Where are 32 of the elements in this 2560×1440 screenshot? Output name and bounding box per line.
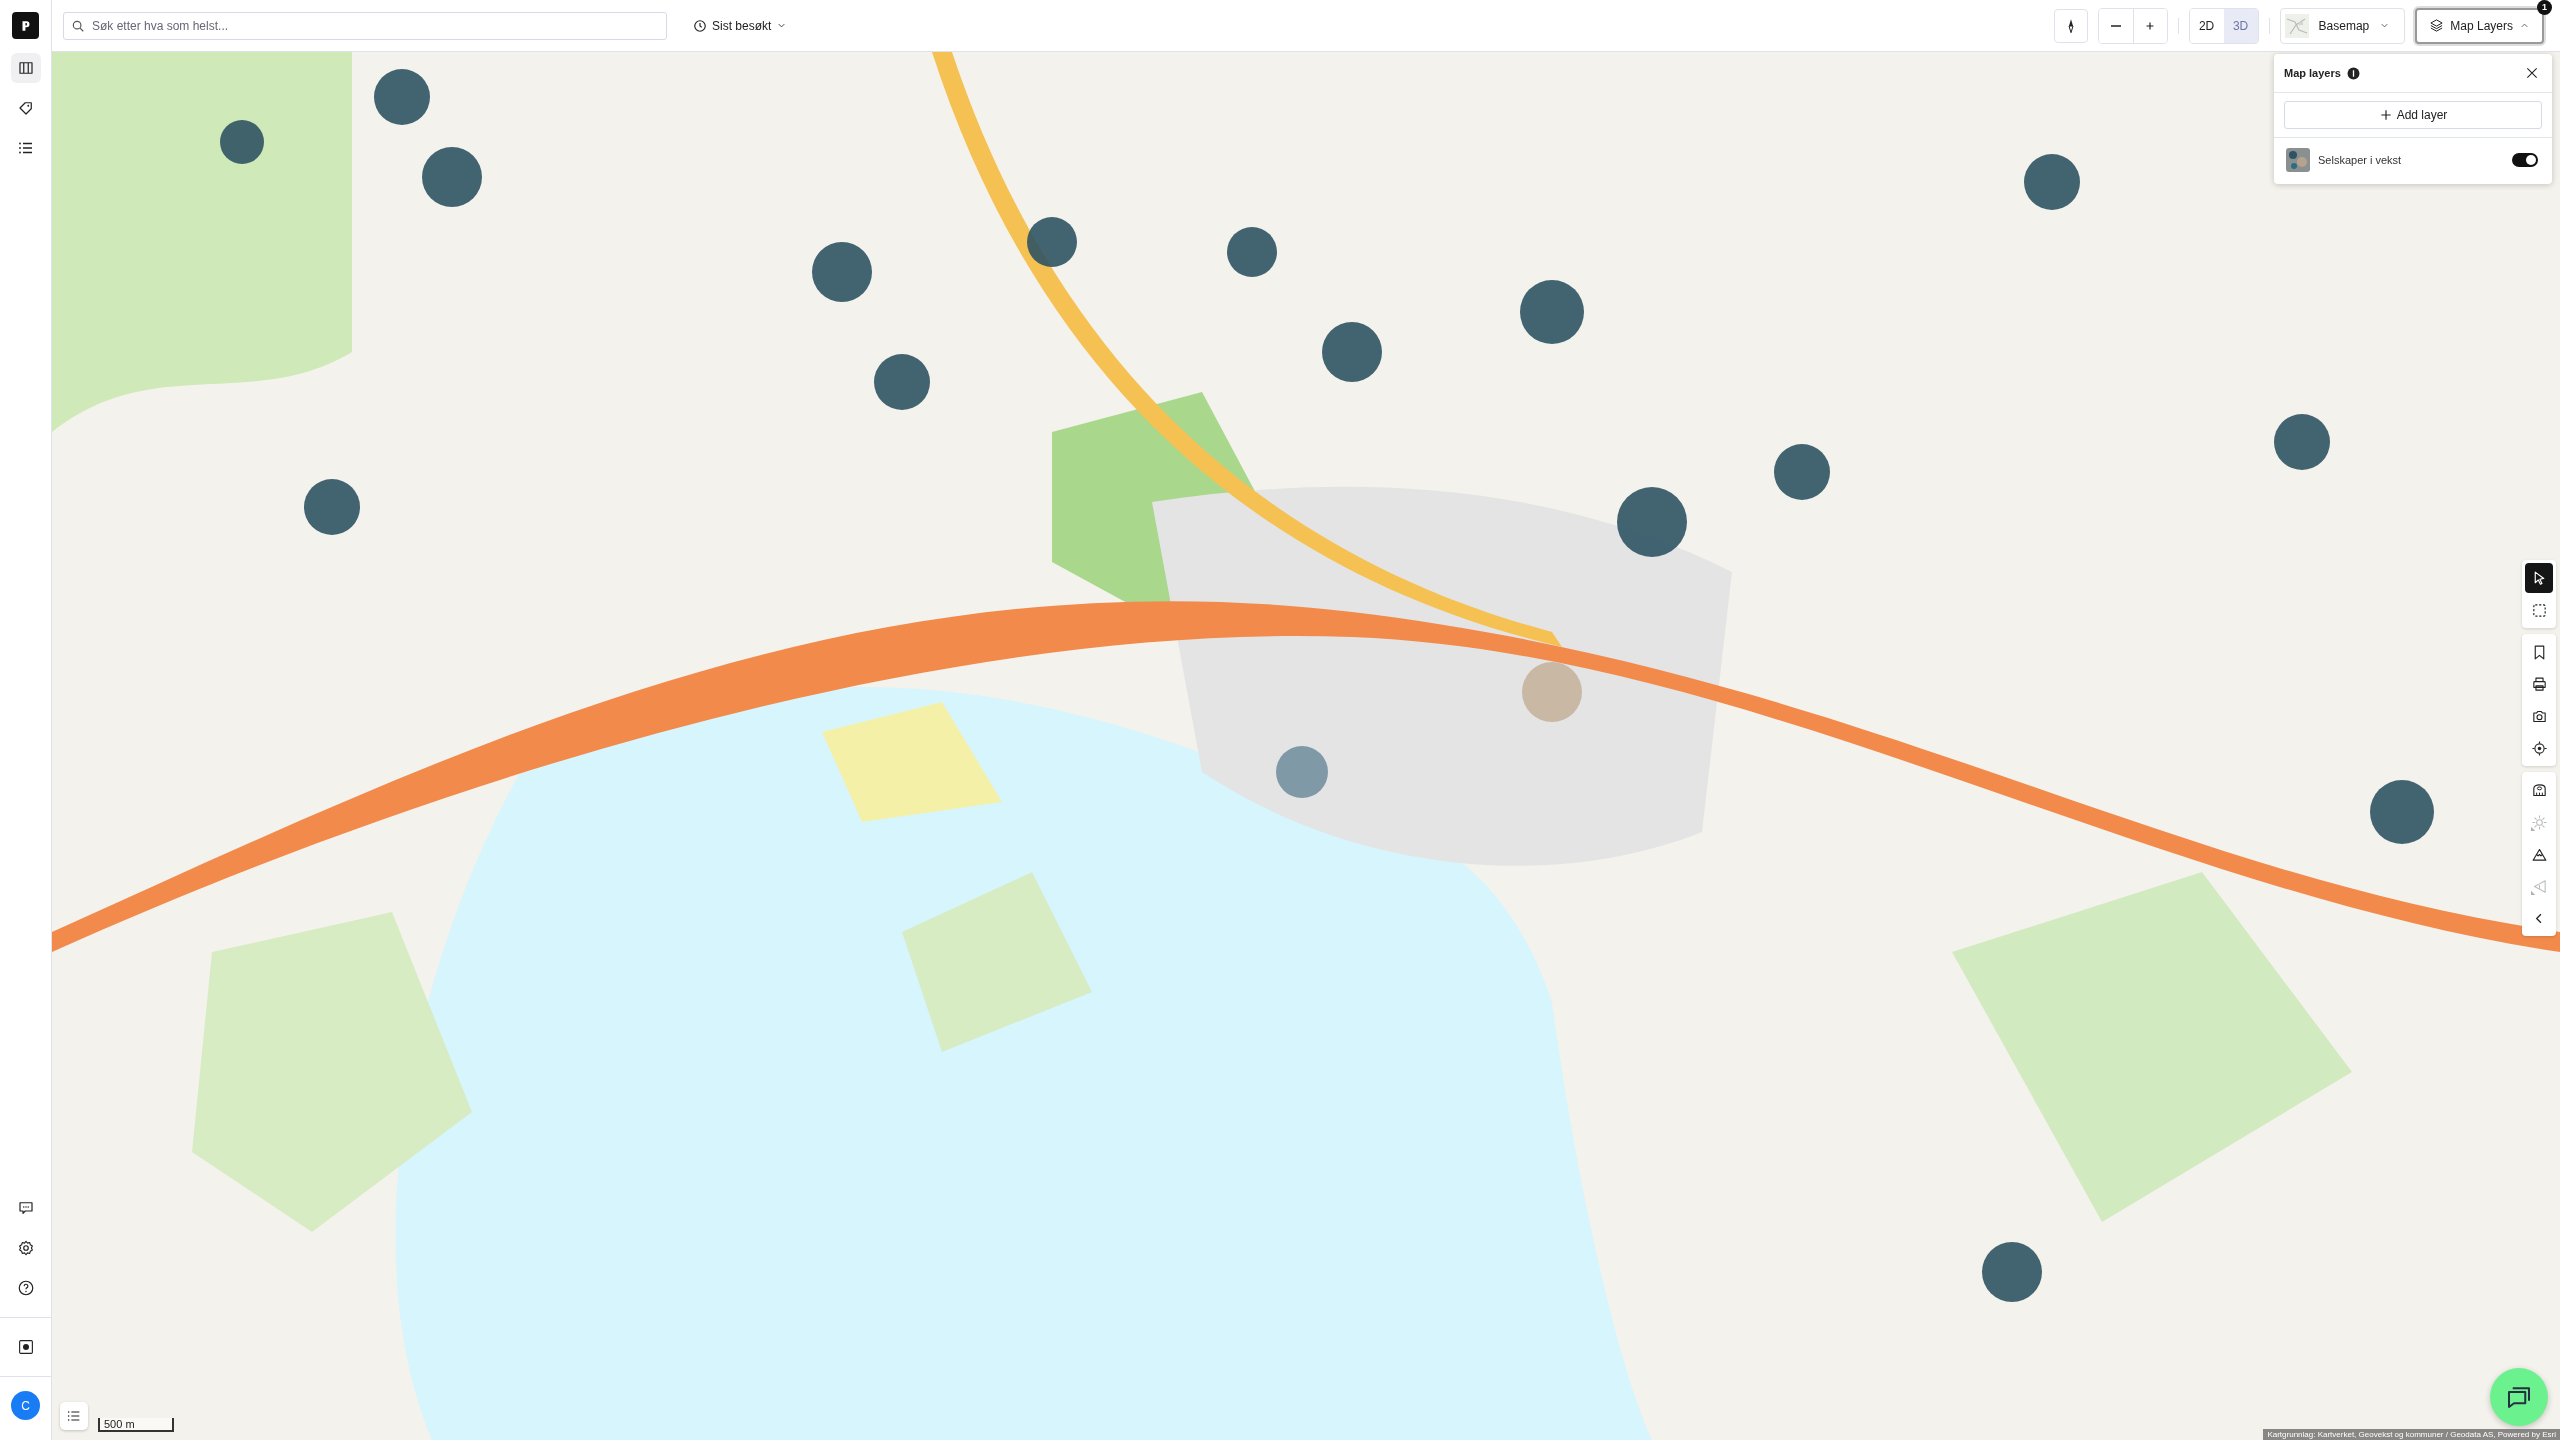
chat-icon	[16, 1199, 35, 1217]
basemap-dropdown[interactable]: Basemap	[2279, 7, 2406, 44]
count-badge: 1	[2537, 0, 2552, 15]
list-icon	[66, 1408, 82, 1424]
legend-button[interactable]	[60, 1402, 88, 1430]
map-icon	[16, 59, 35, 77]
help-icon	[16, 1279, 35, 1297]
search-field[interactable]: Søk etter hva som helst...	[63, 11, 667, 40]
layer-toggle[interactable]	[2512, 153, 2538, 167]
compass-button[interactable]	[2053, 8, 2088, 43]
close-icon	[2524, 65, 2540, 81]
minus-icon	[2110, 24, 2121, 27]
basemap-thumbnail-icon	[2284, 13, 2309, 38]
record-icon	[16, 1338, 35, 1356]
plus-icon	[2378, 108, 2393, 122]
recent-dropdown[interactable]: Sist besøkt	[687, 17, 794, 34]
select-tool-button[interactable]	[2525, 563, 2553, 593]
attribution-text: Kartgrunnlag: Kartverket, Geovekst og kommuner / Geodata AS, Powered by Esri	[2263, 1429, 2560, 1440]
map-nav-button[interactable]	[10, 53, 41, 83]
panel-title: Map layers	[2284, 67, 2341, 79]
scale-bar: 500 m	[98, 1418, 174, 1432]
layers-icon	[2429, 18, 2445, 33]
user-avatar[interactable]: C	[11, 1391, 40, 1420]
settings-icon	[16, 1239, 35, 1257]
view-mode-tab[interactable]: 3D	[2223, 8, 2258, 43]
add-layer-button[interactable]: Add layer	[2284, 101, 2542, 129]
layer-thumbnail-icon	[2286, 148, 2310, 172]
info-icon	[2346, 66, 2360, 80]
logo-icon	[12, 12, 39, 39]
layer-name: Selskaper i vekst	[2318, 154, 2402, 166]
map-layers-button[interactable]: Map Layers	[2415, 7, 2544, 44]
clock-icon	[693, 18, 707, 33]
